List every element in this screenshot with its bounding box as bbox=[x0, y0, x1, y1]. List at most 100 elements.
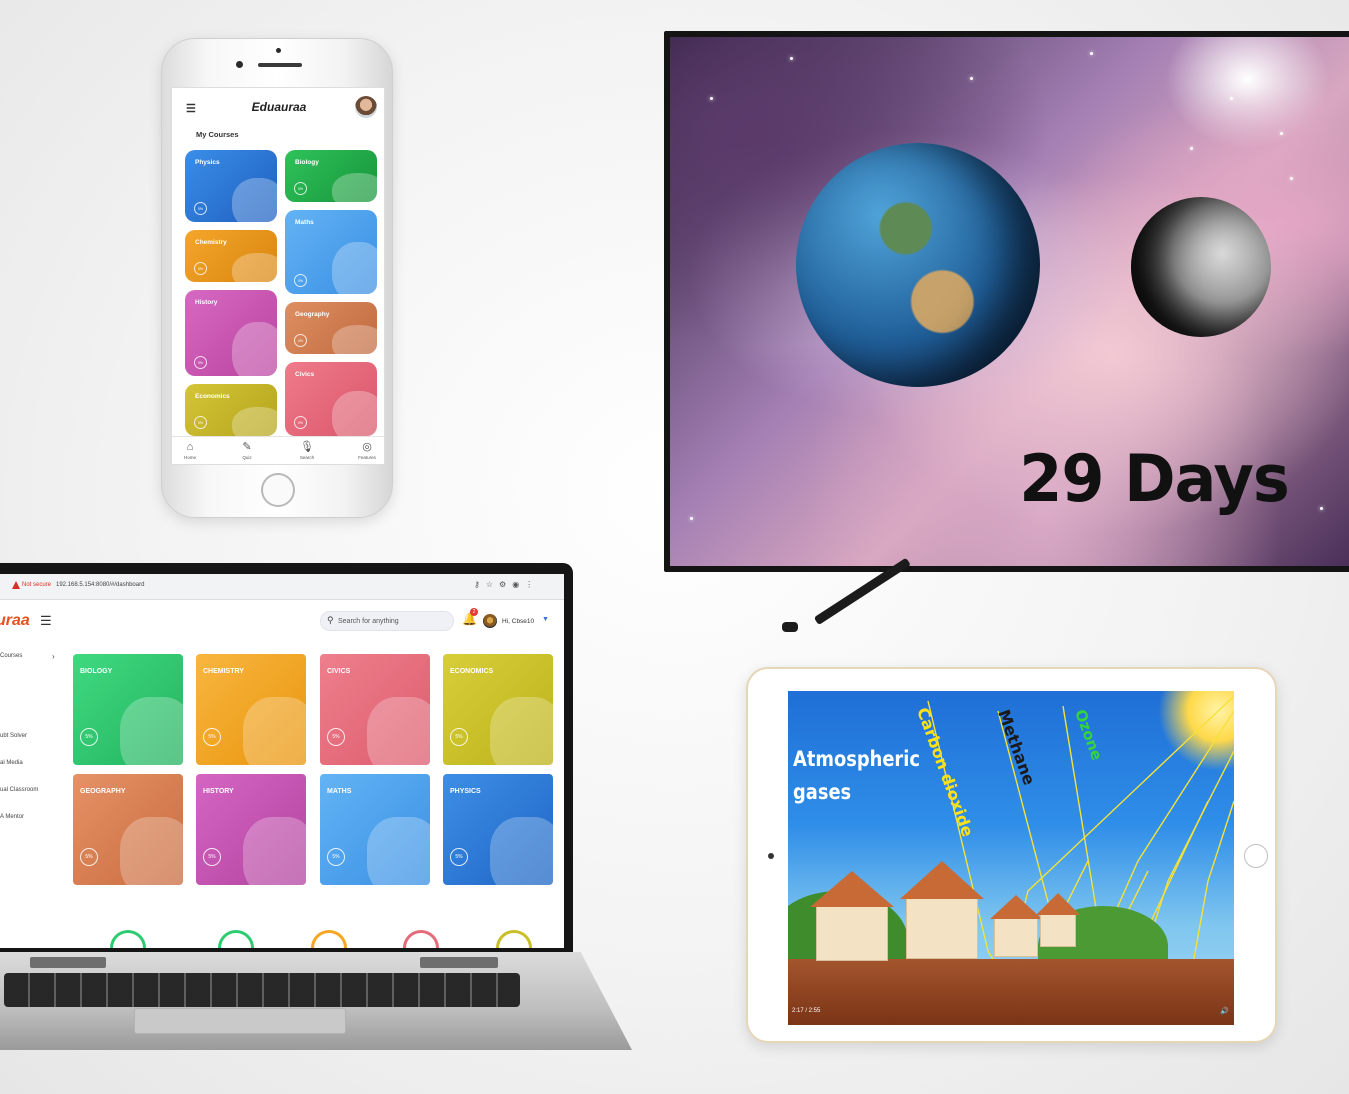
progress-ring: 0% bbox=[294, 182, 307, 195]
course-card-maths[interactable]: MATHS 5% bbox=[320, 774, 430, 885]
course-label: BIOLOGY bbox=[80, 668, 113, 675]
ground-image bbox=[788, 959, 1234, 1025]
hamburger-menu-icon[interactable]: ☰ bbox=[186, 102, 196, 115]
chevron-right-icon[interactable]: › bbox=[52, 652, 55, 661]
course-card-economics[interactable]: Economics 0% bbox=[185, 384, 277, 436]
course-card-geography[interactable]: Geography 0% bbox=[285, 302, 377, 354]
sidebar-item-label: A Mentor bbox=[0, 814, 25, 820]
course-card-history[interactable]: HISTORY 5% bbox=[196, 774, 306, 885]
course-card-biology[interactable]: BIOLOGY 5% bbox=[73, 654, 183, 765]
phone-screen: ☰ Eduauraa My Courses Physics 0% Biology… bbox=[171, 87, 385, 465]
course-card-chemistry[interactable]: Chemistry 0% bbox=[185, 230, 277, 282]
megaminx-illustration bbox=[331, 241, 377, 294]
course-card-physics[interactable]: PHYSICS 5% bbox=[443, 774, 553, 885]
progress-ring: 5% bbox=[80, 728, 98, 746]
address-bar[interactable]: 192.168.5.154:8080/#/dashboard bbox=[56, 582, 144, 588]
phone-home-button[interactable] bbox=[261, 473, 295, 507]
sidebar-item-virtual-classroom[interactable]: ual Classroom bbox=[0, 787, 38, 793]
course-card-chemistry[interactable]: CHEMISTRY 5% bbox=[196, 654, 306, 765]
course-card-physics[interactable]: Physics 0% bbox=[185, 150, 277, 222]
browser-toolbar: Not secure 192.168.5.154:8080/#/dashboar… bbox=[0, 574, 564, 600]
progress-ring: 0% bbox=[294, 334, 307, 347]
course-card-biology[interactable]: Biology 0% bbox=[285, 150, 377, 202]
laptop-hinge bbox=[30, 957, 106, 968]
course-label: PHYSICS bbox=[450, 788, 481, 795]
sidebar-item-mentor[interactable]: A Mentor bbox=[0, 814, 24, 820]
warning-icon bbox=[12, 581, 20, 589]
course-card-civics[interactable]: CIVICS 5% bbox=[320, 654, 430, 765]
course-label: ECONOMICS bbox=[450, 668, 494, 675]
tablet-home-button[interactable] bbox=[1244, 844, 1268, 868]
user-avatar[interactable] bbox=[483, 614, 497, 628]
app-logo: Eduauraa bbox=[251, 100, 307, 114]
sidebar-item-label: ual Classroom bbox=[0, 787, 39, 793]
bottom-tab-bar: ⌂ Home ✎ Quiz 🎙 Search ◎ Features bbox=[172, 436, 384, 464]
search-input[interactable]: ⚲ Search for anything bbox=[320, 611, 454, 631]
parliament-illustration bbox=[331, 390, 377, 436]
video-timestamp: 2:17 / 2:55 bbox=[792, 1008, 821, 1014]
crocodile-illustration bbox=[331, 172, 377, 202]
phone-speaker bbox=[258, 63, 302, 67]
user-avatar[interactable] bbox=[355, 96, 377, 118]
progress-ring: 5% bbox=[327, 848, 345, 866]
progress-ring: 5% bbox=[203, 728, 221, 746]
features-icon: ◎ bbox=[362, 441, 372, 453]
course-card-economics[interactable]: ECONOMICS 5% bbox=[443, 654, 553, 765]
course-label: History bbox=[195, 299, 218, 306]
course-card-geography[interactable]: GEOGRAPHY 5% bbox=[73, 774, 183, 885]
house-roof bbox=[810, 871, 894, 907]
chevron-down-icon[interactable]: ▼ bbox=[542, 616, 549, 623]
progress-ring: 5% bbox=[450, 848, 468, 866]
progress-ring: 5% bbox=[203, 848, 221, 866]
progress-chart-ring bbox=[311, 930, 347, 948]
course-label: Chemistry bbox=[195, 239, 227, 246]
tv-screen-video: 29 Days bbox=[670, 37, 1349, 566]
section-title: My Courses bbox=[196, 130, 239, 139]
volume-icon[interactable]: 🔊 bbox=[1220, 1007, 1229, 1015]
house-image bbox=[994, 917, 1038, 957]
quiz-icon: ✎ bbox=[242, 441, 252, 453]
tab-search[interactable]: 🎙 Search bbox=[292, 441, 322, 460]
smartphone-device: ☰ Eduauraa My Courses Physics 0% Biology… bbox=[161, 38, 393, 518]
temple-illustration bbox=[243, 817, 306, 885]
house-image bbox=[816, 905, 888, 961]
user-greeting[interactable]: Hi, Cbse10 bbox=[502, 618, 534, 625]
sidebar-item-courses[interactable]: Courses bbox=[0, 653, 22, 659]
sidebar-item-social-media[interactable]: al Media bbox=[0, 760, 23, 766]
sidebar-item-doubt-solver[interactable]: ubt Solver bbox=[0, 733, 27, 739]
megaminx-illustration bbox=[367, 817, 430, 885]
tab-label: Home bbox=[183, 455, 196, 460]
hamburger-menu-icon[interactable]: ☰ bbox=[40, 613, 52, 629]
course-card-civics[interactable]: Civics 0% bbox=[285, 362, 377, 436]
security-label[interactable]: Not secure bbox=[22, 582, 51, 588]
house-image bbox=[906, 897, 978, 959]
progress-ring: 0% bbox=[194, 416, 207, 429]
progress-chart-ring bbox=[403, 930, 439, 948]
tab-quiz[interactable]: ✎ Quiz bbox=[232, 441, 262, 460]
course-label: MATHS bbox=[327, 788, 352, 795]
course-label: Geography bbox=[295, 311, 330, 318]
course-label: HISTORY bbox=[203, 788, 234, 795]
video-caption: 29 Days bbox=[1019, 440, 1290, 517]
course-label: CIVICS bbox=[327, 668, 351, 675]
course-label: Civics bbox=[295, 371, 315, 378]
microphone-icon: 🎙 bbox=[300, 441, 314, 453]
frog-illustration bbox=[120, 697, 183, 765]
progress-ring: 5% bbox=[450, 728, 468, 746]
planet-illustration bbox=[120, 817, 183, 885]
gyroscope-illustration bbox=[490, 817, 553, 885]
tablet-screen-video: Atmospheric gases Carbon dioxide Methane… bbox=[788, 691, 1234, 1025]
course-label: Physics bbox=[195, 159, 220, 166]
tab-home[interactable]: ⌂ Home bbox=[175, 441, 205, 460]
course-label: CHEMISTRY bbox=[203, 668, 244, 675]
browser-action-icons[interactable]: ⚷☆⚙◉⋮ bbox=[474, 580, 539, 589]
course-card-maths[interactable]: Maths 0% bbox=[285, 210, 377, 294]
tab-features[interactable]: ◎ Features bbox=[352, 441, 382, 460]
course-label: Maths bbox=[295, 219, 314, 226]
notification-badge: 2 bbox=[470, 608, 478, 616]
tab-label: Quiz bbox=[242, 455, 252, 460]
moon-image bbox=[1131, 197, 1271, 337]
search-icon: ⚲ bbox=[327, 615, 334, 625]
planet-illustration bbox=[331, 324, 377, 354]
course-card-history[interactable]: History 0% bbox=[185, 290, 277, 376]
